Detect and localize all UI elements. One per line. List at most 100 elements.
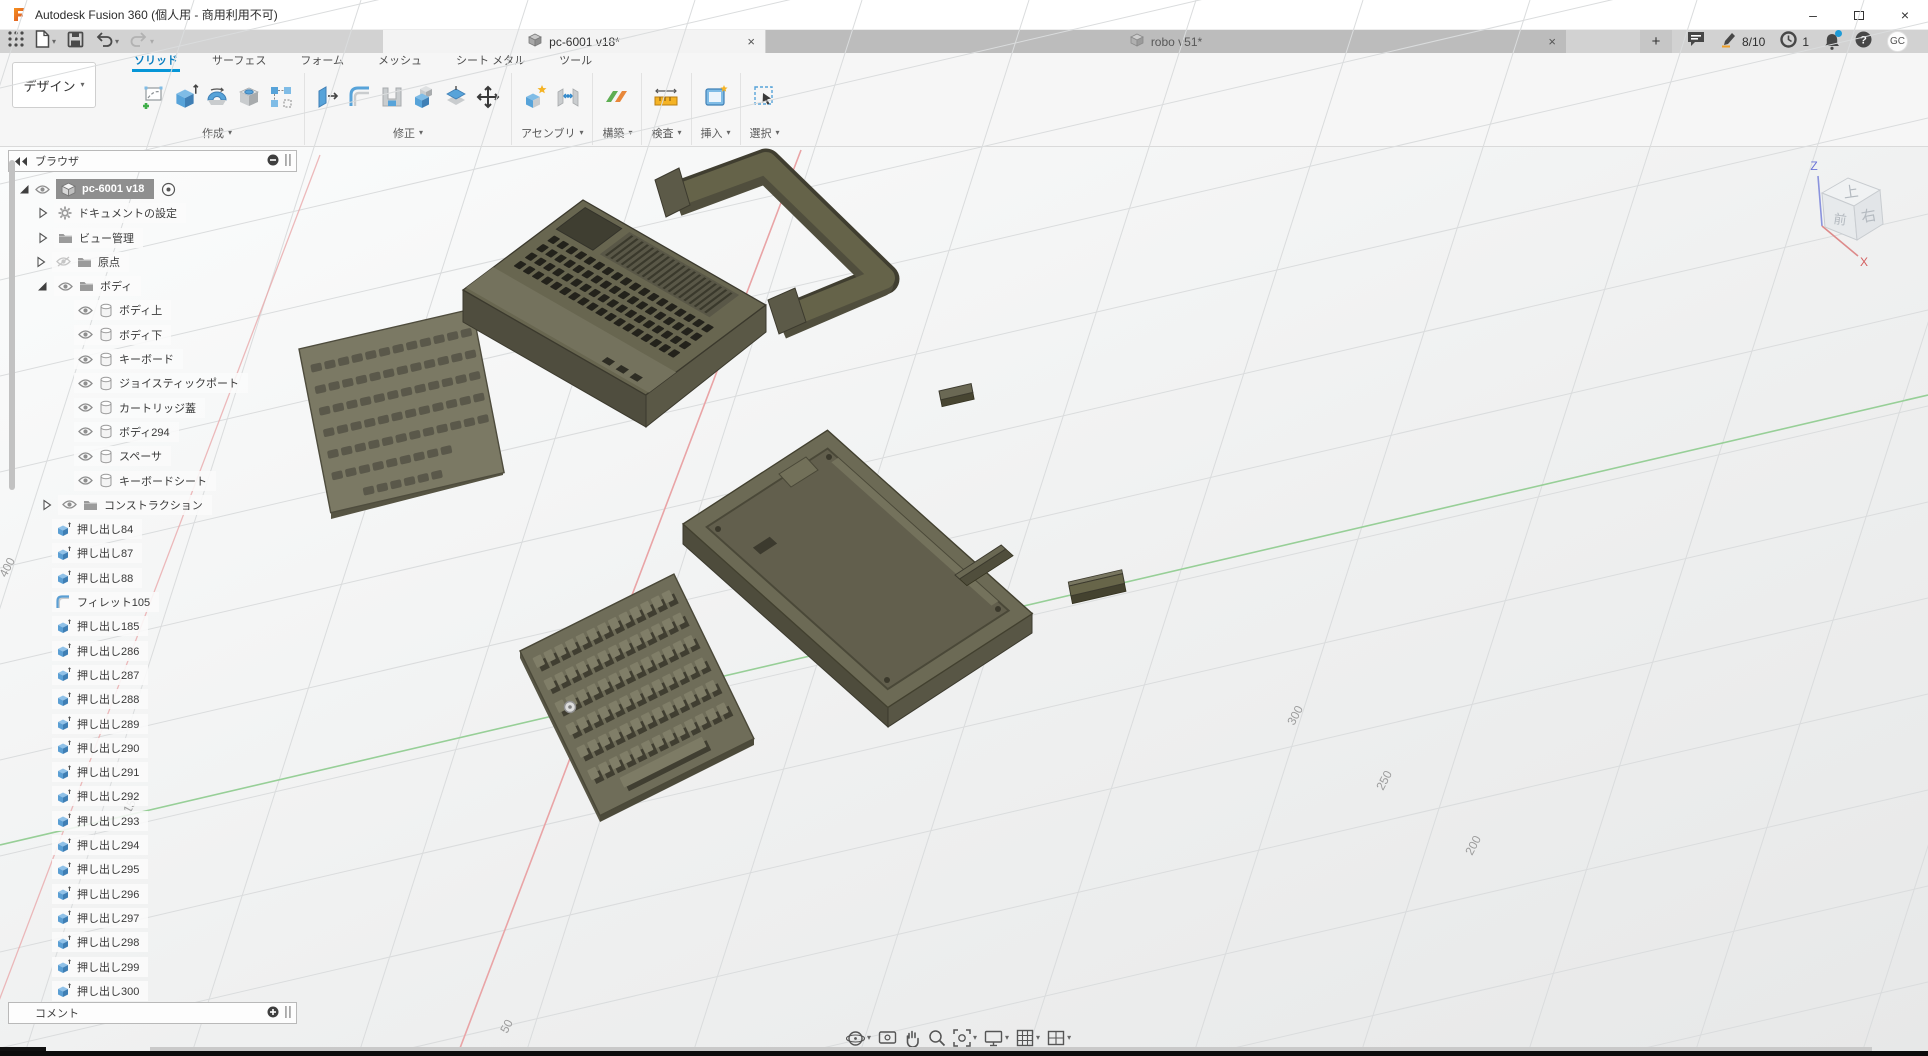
comment-bubble-icon[interactable]	[1687, 31, 1705, 52]
offset-face-button[interactable]	[442, 85, 470, 113]
feature-row[interactable]: 押し出し87	[0, 543, 248, 563]
chevron-down-icon[interactable]: ▾	[1036, 1034, 1040, 1042]
tool-group-label[interactable]: 挿入▾	[701, 125, 731, 141]
tool-group-label[interactable]: 構築▾	[602, 125, 632, 141]
eye-icon[interactable]	[78, 451, 93, 462]
ribbon-tab-4[interactable]: メッシュ	[376, 50, 424, 72]
tree-row-body[interactable]: ボディ上	[0, 300, 248, 320]
tool-group-label[interactable]: 修正▾	[393, 125, 423, 141]
tool-group-label[interactable]: アセンブリ▾	[521, 125, 583, 141]
eye-icon[interactable]	[78, 354, 93, 365]
app-grid-button[interactable]	[8, 31, 24, 52]
feature-row[interactable]: 押し出し286	[0, 641, 248, 661]
chevron-down-icon[interactable]: ▾	[867, 1034, 871, 1042]
orbit-button[interactable]: ▾	[846, 1029, 871, 1048]
new-tab-button[interactable]: +	[1640, 30, 1672, 53]
eye-icon[interactable]	[35, 184, 50, 195]
eye-icon[interactable]	[78, 426, 93, 437]
ribbon-tab-6[interactable]: ツール	[557, 50, 594, 72]
tab-robo[interactable]: robo v51* ×	[766, 30, 1566, 53]
tree-row-construction[interactable]: コンストラクション	[0, 495, 248, 515]
expander-collapsed-icon[interactable]	[38, 207, 48, 219]
panel-grip-icon[interactable]	[285, 1006, 291, 1021]
feature-row[interactable]: 押し出し300	[0, 981, 248, 1001]
file-menu-button[interactable]: ▾	[35, 30, 56, 53]
eye-icon[interactable]	[78, 329, 93, 340]
new-component-button[interactable]	[522, 85, 550, 113]
maximize-button[interactable]	[1836, 0, 1882, 30]
tree-row-body[interactable]: キーボード	[0, 349, 248, 369]
eye-icon[interactable]	[78, 475, 93, 486]
minimize-button[interactable]: –	[1790, 0, 1836, 30]
ribbon-tab-3[interactable]: フォーム	[298, 50, 346, 72]
expander-expanded-icon[interactable]	[36, 280, 48, 292]
browser-panel-header[interactable]: ブラウザ	[8, 150, 297, 172]
expander-expanded-icon[interactable]	[18, 183, 30, 195]
measure-button[interactable]	[652, 85, 680, 113]
minimize-panel-icon[interactable]	[267, 154, 279, 169]
activate-component-icon[interactable]	[161, 182, 176, 197]
add-comment-icon[interactable]	[267, 1006, 279, 1021]
eye-icon[interactable]	[58, 281, 73, 292]
expander-collapsed-icon[interactable]	[42, 499, 52, 511]
user-avatar[interactable]: GC	[1887, 31, 1908, 52]
tree-row-body[interactable]: キーボードシート	[0, 471, 248, 491]
save-button[interactable]	[67, 31, 84, 53]
revolve-button[interactable]	[203, 85, 231, 113]
chevron-down-icon[interactable]: ▾	[1067, 1034, 1071, 1042]
feature-row[interactable]: 押し出し292	[0, 786, 248, 806]
chevron-down-icon[interactable]: ▾	[1005, 1034, 1009, 1042]
feature-row[interactable]: フィレット105	[0, 592, 248, 612]
feature-row[interactable]: 押し出し288	[0, 689, 248, 709]
panel-grip-icon[interactable]	[285, 154, 291, 169]
shell-button[interactable]	[378, 85, 406, 113]
feature-row[interactable]: 押し出し297	[0, 908, 248, 928]
viewports-button[interactable]: ▾	[1047, 1030, 1071, 1046]
tree-row-node[interactable]: 原点	[0, 252, 248, 272]
extrude-button[interactable]	[171, 85, 199, 113]
select-button[interactable]	[751, 85, 779, 113]
insert-canvas-button[interactable]	[702, 85, 730, 113]
feature-row[interactable]: 押し出し298	[0, 932, 248, 952]
feature-row[interactable]: 押し出し289	[0, 714, 248, 734]
extension-pencil-icon[interactable]	[1720, 31, 1737, 53]
eye-icon[interactable]	[78, 402, 93, 413]
tree-row-body[interactable]: ボディ294	[0, 422, 248, 442]
move-button[interactable]	[474, 85, 502, 113]
undo-button[interactable]: ▾	[95, 31, 119, 52]
tool-group-label[interactable]: 作成▾	[202, 125, 232, 141]
combine-button[interactable]	[410, 85, 438, 113]
tree-row-body[interactable]: カートリッジ蓋	[0, 398, 248, 418]
tool-group-label[interactable]: 検査▾	[651, 125, 681, 141]
feature-row[interactable]: 押し出し287	[0, 665, 248, 685]
design-menu-button[interactable]: デザイン ▾	[12, 62, 96, 108]
expander-collapsed-icon[interactable]	[38, 232, 48, 244]
tree-row-root[interactable]: pc-6001 v18	[0, 179, 248, 199]
pattern-button[interactable]	[267, 85, 295, 113]
eye-icon[interactable]	[78, 305, 93, 316]
view-cube[interactable]: 上 前 右 Z X	[1758, 148, 1908, 278]
feature-row[interactable]: 押し出し294	[0, 835, 248, 855]
ribbon-tab-5[interactable]: シート メタル	[454, 50, 527, 72]
fillet-button[interactable]	[346, 85, 374, 113]
tree-row-node[interactable]: ビュー管理	[0, 228, 248, 248]
eye-icon[interactable]	[78, 378, 93, 389]
expander-collapsed-icon[interactable]	[36, 256, 46, 268]
grid-display-button[interactable]: ▾	[1016, 1029, 1040, 1047]
fit-button[interactable]: ▾	[953, 1029, 977, 1047]
feature-row[interactable]: 押し出し84	[0, 519, 248, 539]
tree-row-node[interactable]: ボディ	[0, 276, 248, 296]
tab-close-icon[interactable]: ×	[747, 34, 755, 49]
display-settings-button[interactable]: ▾	[984, 1030, 1009, 1047]
job-status-clock-icon[interactable]	[1780, 31, 1797, 53]
comment-panel-header[interactable]: コメント	[8, 1002, 297, 1024]
chevron-down-icon[interactable]: ▾	[973, 1034, 977, 1042]
help-icon[interactable]: ?	[1855, 31, 1872, 53]
feature-row[interactable]: 押し出し88	[0, 568, 248, 588]
feature-row[interactable]: 押し出し293	[0, 811, 248, 831]
press-pull-button[interactable]	[314, 85, 342, 113]
zoom-tool-button[interactable]	[928, 1029, 946, 1047]
redo-button[interactable]: ▾	[130, 31, 154, 52]
notifications-bell-icon[interactable]	[1824, 33, 1840, 50]
construction-plane-button[interactable]	[603, 85, 631, 113]
